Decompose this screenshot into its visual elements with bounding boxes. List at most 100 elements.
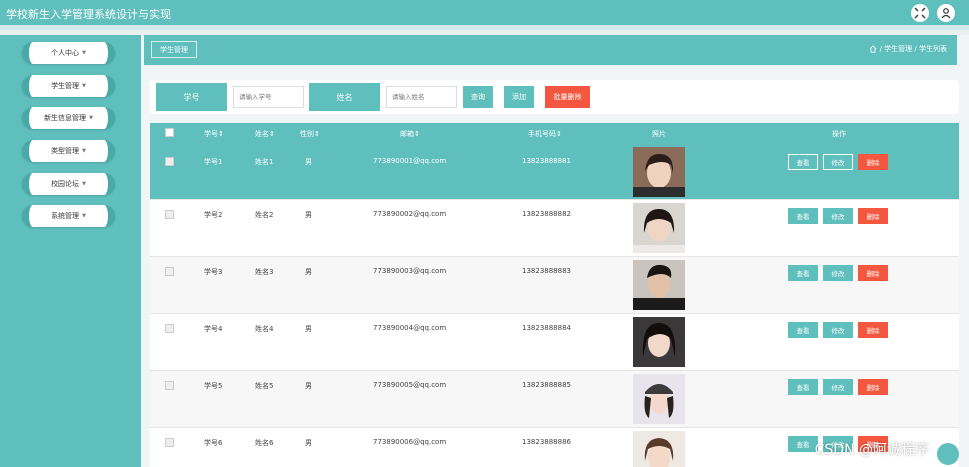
- cell-email: 773890001@qq.com: [373, 157, 447, 165]
- header-actions: 操作: [832, 130, 846, 138]
- table-header: 学号⇕ 姓名⇕ 性别⇕ 邮箱⇕ 手机号码⇕ 照片 操作: [150, 123, 959, 143]
- cell-gender: 男: [305, 268, 312, 276]
- breadcrumb-path: / 学生管理 / 学生列表: [879, 45, 947, 53]
- cell-phone: 13823888886: [522, 438, 571, 446]
- fullscreen-icon[interactable]: [911, 4, 929, 22]
- header-name[interactable]: 姓名⇕: [255, 129, 275, 139]
- view-button[interactable]: 查看: [788, 379, 818, 395]
- sidebar: 个人中心 ▼ 学生管理 ▼ 新生信息管理 ▼ 类型管理 ▼ 校园论坛 ▼ 系统管理 ▼: [0, 35, 141, 467]
- student-table: 学号⇕ 姓名⇕ 性别⇕ 邮箱⇕ 手机号码⇕ 照片 操作 学号1 姓名1 男 77…: [150, 123, 959, 467]
- cell-phone: 13823888881: [522, 157, 571, 165]
- edit-button[interactable]: 修改: [823, 265, 853, 281]
- name-label: 姓名: [309, 83, 380, 111]
- student-id-label: 学号: [156, 83, 227, 111]
- cell-gender: 男: [305, 439, 312, 447]
- cell-gender: 男: [305, 382, 312, 390]
- table-row[interactable]: 学号5 姓名5 男 773890005@qq.com 13823888885 查…: [150, 371, 959, 428]
- student-photo: [633, 203, 685, 253]
- edit-button[interactable]: 修改: [823, 208, 853, 224]
- top-bar: 学校新生入学管理系统设计与实现: [0, 0, 969, 30]
- student-photo: [633, 431, 685, 467]
- table-row[interactable]: 学号4 姓名4 男 773890004@qq.com 13823888884 查…: [150, 314, 959, 371]
- cell-email: 773890006@qq.com: [373, 438, 447, 446]
- sidebar-item-label: 类型管理: [51, 147, 80, 155]
- sidebar-item-label: 个人中心: [51, 49, 80, 57]
- cell-email: 773890003@qq.com: [373, 267, 447, 275]
- cell-student-id: 学号4: [204, 325, 223, 333]
- view-button[interactable]: 查看: [788, 154, 818, 170]
- sidebar-item-personal-center[interactable]: 个人中心 ▼: [22, 42, 115, 64]
- user-icon[interactable]: [937, 4, 955, 22]
- cell-phone: 13823888884: [522, 324, 571, 332]
- cell-name: 姓名4: [255, 325, 274, 333]
- delete-button[interactable]: 删除: [858, 154, 888, 170]
- cell-gender: 男: [305, 325, 312, 333]
- caret-down-icon: ▼: [82, 213, 86, 219]
- breadcrumb-bar: 学生管理 / 学生管理 / 学生列表: [144, 35, 957, 65]
- student-photo: [633, 317, 685, 367]
- caret-down-icon: ▼: [89, 115, 93, 121]
- sidebar-item-label: 校园论坛: [51, 180, 80, 188]
- student-photo: [633, 147, 685, 197]
- select-all-checkbox[interactable]: [165, 128, 174, 137]
- caret-down-icon: ▼: [82, 181, 86, 187]
- edit-button[interactable]: 修改: [823, 322, 853, 338]
- cell-name: 姓名5: [255, 382, 274, 390]
- header-phone[interactable]: 手机号码⇕: [528, 129, 562, 139]
- cell-student-id: 学号6: [204, 439, 223, 447]
- sidebar-item-campus-forum[interactable]: 校园论坛 ▼: [22, 173, 115, 195]
- header-email[interactable]: 邮箱⇕: [400, 129, 420, 139]
- row-checkbox[interactable]: [165, 324, 174, 333]
- cell-student-id: 学号1: [204, 158, 223, 166]
- edit-button[interactable]: 修改: [823, 379, 853, 395]
- cell-gender: 男: [305, 158, 312, 166]
- cell-name: 姓名6: [255, 439, 274, 447]
- header-student-id[interactable]: 学号⇕: [204, 129, 224, 139]
- student-photo: [633, 260, 685, 310]
- table-row[interactable]: 学号3 姓名3 男 773890003@qq.com 13823888883 查…: [150, 257, 959, 314]
- student-photo: [633, 374, 685, 424]
- row-checkbox[interactable]: [165, 267, 174, 276]
- view-button[interactable]: 查看: [788, 208, 818, 224]
- table-row[interactable]: 学号2 姓名2 男 773890002@qq.com 13823888882 查…: [150, 200, 959, 257]
- query-button[interactable]: 查询: [463, 86, 493, 108]
- cell-name: 姓名1: [255, 158, 274, 166]
- delete-button[interactable]: 删除: [858, 265, 888, 281]
- edit-button[interactable]: 修改: [823, 154, 853, 170]
- row-checkbox[interactable]: [165, 157, 174, 166]
- caret-down-icon: ▼: [82, 148, 86, 154]
- sidebar-item-freshman-info[interactable]: 新生信息管理 ▼: [22, 107, 115, 129]
- cell-name: 姓名3: [255, 268, 274, 276]
- view-button[interactable]: 查看: [788, 436, 818, 452]
- search-panel: 学号 姓名 查询 添加 批量删除: [150, 80, 959, 114]
- name-input[interactable]: [386, 86, 457, 108]
- view-button[interactable]: 查看: [788, 322, 818, 338]
- cell-student-id: 学号3: [204, 268, 223, 276]
- table-row[interactable]: 学号1 姓名1 男 773890001@qq.com 13823888881 查…: [150, 143, 959, 200]
- page-tag[interactable]: 学生管理: [151, 41, 197, 58]
- add-button[interactable]: 添加: [504, 86, 534, 108]
- row-checkbox[interactable]: [165, 210, 174, 219]
- app-title: 学校新生入学管理系统设计与实现: [6, 8, 171, 21]
- row-checkbox[interactable]: [165, 381, 174, 390]
- cell-student-id: 学号2: [204, 211, 223, 219]
- main-content: 学生管理 / 学生管理 / 学生列表 学号 姓名 查询 添加 批量删除 学号⇕ …: [141, 35, 969, 467]
- cell-email: 773890002@qq.com: [373, 210, 447, 218]
- delete-button[interactable]: 删除: [858, 379, 888, 395]
- sidebar-item-label: 新生信息管理: [44, 114, 87, 122]
- delete-button[interactable]: 删除: [858, 322, 888, 338]
- cell-gender: 男: [305, 211, 312, 219]
- view-button[interactable]: 查看: [788, 265, 818, 281]
- row-checkbox[interactable]: [165, 438, 174, 447]
- header-gender[interactable]: 性别⇕: [300, 129, 320, 139]
- student-id-input[interactable]: [233, 86, 304, 108]
- sidebar-item-student-management[interactable]: 学生管理 ▼: [22, 75, 115, 97]
- sidebar-item-type-management[interactable]: 类型管理 ▼: [22, 140, 115, 162]
- back-to-top-icon[interactable]: [937, 443, 959, 465]
- cell-phone: 13823888885: [522, 381, 571, 389]
- batch-delete-button[interactable]: 批量删除: [545, 86, 590, 108]
- delete-button[interactable]: 删除: [858, 208, 888, 224]
- home-icon[interactable]: [869, 45, 877, 53]
- sidebar-item-system-management[interactable]: 系统管理 ▼: [22, 205, 115, 227]
- cell-phone: 13823888883: [522, 267, 571, 275]
